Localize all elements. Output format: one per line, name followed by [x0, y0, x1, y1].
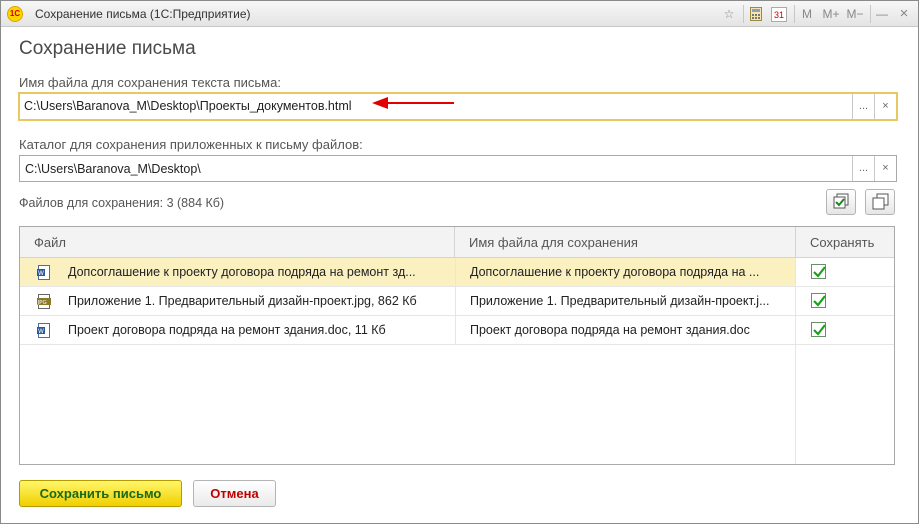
clear-folder-button[interactable]: ×	[874, 156, 896, 181]
checkmark-icon	[813, 266, 826, 278]
svg-text:JPG: JPG	[37, 300, 47, 306]
toolbar-divider	[743, 5, 744, 23]
column-divider	[795, 345, 796, 464]
folder-label: Каталог для сохранения приложенных к пис…	[19, 137, 363, 152]
red-arrow-icon	[372, 97, 454, 109]
file-cell[interactable]: JPG Приложение 1. Предварительный дизайн…	[20, 287, 454, 315]
column-header-file[interactable]: Файл	[20, 227, 454, 258]
save-cell[interactable]	[795, 258, 894, 286]
column-header-save[interactable]: Сохранять	[796, 227, 894, 258]
favorites-icon[interactable]: ☆	[721, 5, 737, 23]
save-name-cell[interactable]: Допсоглашение к проекту договора подряда…	[455, 258, 795, 286]
uncheck-all-icon	[872, 193, 889, 210]
word-doc-icon: W	[37, 323, 50, 338]
folder-value: C:\Users\Baranova_M\Desktop\	[25, 162, 201, 176]
clear-file-button[interactable]: ×	[874, 94, 896, 119]
file-cell[interactable]: W Допсоглашение к проекту договора подря…	[20, 258, 454, 286]
table-row[interactable]: W Допсоглашение к проекту договора подря…	[20, 258, 894, 287]
toolbar-divider	[794, 5, 795, 23]
save-name-cell[interactable]: Приложение 1. Предварительный дизайн-про…	[455, 287, 795, 315]
toolbar-divider	[870, 5, 871, 23]
table-row[interactable]: W Проект договора подряда на ремонт здан…	[20, 316, 894, 345]
file-name-value: C:\Users\Baranova_M\Desktop\Проекты_доку…	[24, 99, 352, 113]
calendar-icon[interactable]: 31	[771, 7, 787, 22]
folder-field[interactable]: C:\Users\Baranova_M\Desktop\ ... ×	[19, 155, 897, 182]
save-checkbox[interactable]	[811, 293, 826, 308]
jpg-file-icon: JPG	[37, 294, 51, 309]
file-name: Допсоглашение к проекту договора подряда…	[68, 265, 416, 279]
check-all-icon	[833, 193, 849, 209]
save-cell[interactable]	[795, 316, 894, 344]
minimize-button[interactable]: —	[875, 5, 889, 23]
memory-plus-button[interactable]: M+	[820, 5, 842, 23]
files-table[interactable]: Файл Имя файла для сохранения Сохранять …	[19, 226, 895, 465]
save-checkbox[interactable]	[811, 264, 826, 279]
svg-text:W: W	[38, 328, 44, 335]
title-bar: 1С Сохранение письма (1С:Предприятие) ☆ …	[1, 1, 918, 27]
app-logo-icon: 1С	[7, 6, 23, 22]
file-cell[interactable]: W Проект договора подряда на ремонт здан…	[20, 316, 454, 344]
word-doc-icon: W	[37, 265, 50, 280]
window-title: Сохранение письма (1С:Предприятие)	[35, 7, 251, 21]
cancel-button[interactable]: Отмена	[193, 480, 276, 507]
select-file-button[interactable]: ...	[852, 94, 874, 119]
select-folder-button[interactable]: ...	[852, 156, 874, 181]
save-cell[interactable]	[795, 287, 894, 315]
column-header-save-name[interactable]: Имя файла для сохранения	[455, 227, 795, 258]
checkmark-icon	[813, 295, 826, 307]
svg-text:W: W	[38, 270, 44, 277]
file-name-label: Имя файла для сохранения текста письма:	[19, 75, 281, 90]
file-name: Приложение 1. Предварительный дизайн-про…	[68, 294, 417, 308]
close-button[interactable]: ×	[897, 5, 911, 23]
table-header: Файл Имя файла для сохранения Сохранять	[20, 227, 894, 258]
page-title: Сохранение письма	[19, 38, 196, 59]
save-checkbox[interactable]	[811, 322, 826, 337]
memory-button[interactable]: M	[800, 5, 814, 23]
uncheck-all-button[interactable]	[865, 189, 895, 215]
dialog-window: 1С Сохранение письма (1С:Предприятие) ☆ …	[0, 0, 919, 524]
checkmark-icon	[813, 324, 826, 336]
save-name-cell[interactable]: Проект договора подряда на ремонт здания…	[455, 316, 795, 344]
calculator-icon[interactable]	[749, 5, 763, 23]
file-name-field[interactable]: C:\Users\Baranova_M\Desktop\Проекты_доку…	[18, 92, 898, 121]
save-letter-button[interactable]: Сохранить письмо	[19, 480, 182, 507]
memory-minus-button[interactable]: M−	[844, 5, 866, 23]
files-count-label: Файлов для сохранения: 3 (884 Кб)	[19, 196, 225, 210]
table-row[interactable]: JPG Приложение 1. Предварительный дизайн…	[20, 287, 894, 316]
check-all-button[interactable]	[826, 189, 856, 215]
file-name: Проект договора подряда на ремонт здания…	[68, 323, 386, 337]
